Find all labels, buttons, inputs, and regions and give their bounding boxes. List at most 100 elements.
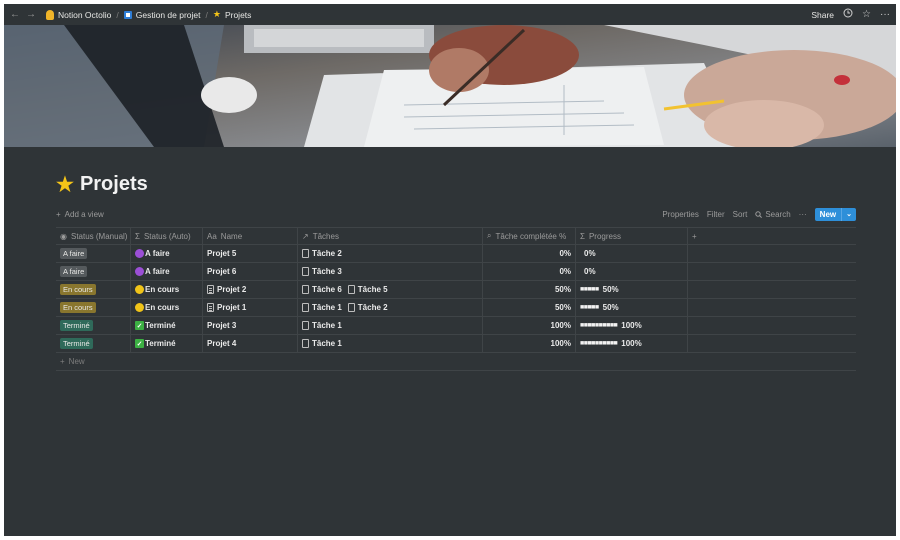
cell-status-auto[interactable]: A faire	[131, 263, 203, 280]
task-label: Tâche 3	[312, 267, 342, 276]
new-row-label: New	[68, 357, 85, 366]
cell-completion[interactable]: 100%	[483, 335, 576, 352]
cell-status-manual[interactable]: En cours	[56, 281, 131, 298]
task-link[interactable]: Tâche 6	[302, 285, 342, 294]
search-button[interactable]: Search	[755, 210, 791, 219]
more-button[interactable]: ···	[799, 210, 807, 219]
cell-status-auto[interactable]: A faire	[131, 245, 203, 262]
task-link[interactable]: Tâche 3	[302, 267, 342, 276]
project-name[interactable]: Projet 3	[207, 321, 236, 330]
cell-completion[interactable]: 50%	[483, 299, 576, 316]
more-options-button[interactable]: ···	[880, 9, 890, 20]
cell-name[interactable]: Projet 1	[203, 299, 298, 316]
cell-status-auto[interactable]: ✓ Terminé	[131, 335, 203, 352]
share-button[interactable]: Share	[811, 10, 834, 20]
status-badge: A faire	[60, 266, 88, 277]
cell-progress[interactable]: 0%	[576, 245, 688, 262]
cell-empty	[688, 281, 856, 298]
project-name[interactable]: Projet 4	[207, 339, 236, 348]
new-button[interactable]: New ⌄	[814, 207, 856, 221]
filter-button[interactable]: Filter	[707, 210, 725, 219]
cell-progress[interactable]: 0%	[576, 263, 688, 280]
table-row[interactable]: En cours En cours Projet 1 Tâche 1 Tâche 2 50…	[56, 299, 856, 317]
table-row[interactable]: Terminé ✓ Terminé Projet 4 Tâche 1 100% ■■■■■■…	[56, 335, 856, 353]
cell-name[interactable]: Projet 3	[203, 317, 298, 334]
new-row-button[interactable]: + New	[56, 353, 856, 371]
add-view-button[interactable]: + Add a view	[56, 210, 104, 219]
project-name-label: Projet 1	[217, 303, 247, 312]
breadcrumb-separator: /	[116, 9, 119, 20]
document-icon	[302, 303, 309, 312]
relation-icon: ↗	[302, 231, 309, 241]
cell-progress[interactable]: ■■■■■■■■■■ 100%	[576, 335, 688, 352]
cell-status-manual[interactable]: En cours	[56, 299, 131, 316]
cell-progress[interactable]: ■■■■■ 50%	[576, 281, 688, 298]
task-label: Tâche 1	[312, 303, 342, 312]
column-label: Progress	[588, 231, 621, 241]
column-header-status-manual[interactable]: ◉ Status (Manual)	[56, 228, 131, 244]
table-row[interactable]: Terminé ✓ Terminé Projet 3 Tâche 1 100% ■■■■■■…	[56, 317, 856, 335]
favorite-star-icon[interactable]: ☆	[862, 9, 871, 20]
project-name[interactable]: Projet 1	[207, 303, 246, 312]
cell-empty	[688, 317, 856, 334]
column-header-taches[interactable]: ↗ Tâches	[298, 228, 483, 244]
project-name[interactable]: Projet 5	[207, 249, 236, 258]
cell-status-auto[interactable]: ✓ Terminé	[131, 317, 203, 334]
breadcrumb-item-workspace[interactable]: Notion Octolio	[46, 9, 111, 20]
breadcrumb-label: Gestion de projet	[135, 9, 201, 20]
back-arrow-icon[interactable]: ←	[10, 9, 20, 20]
column-header-progress[interactable]: Σ Progress	[576, 228, 688, 244]
column-header-name[interactable]: Aa Name	[203, 228, 298, 244]
cell-taches[interactable]: Tâche 2	[298, 245, 483, 262]
cell-taches[interactable]: Tâche 6 Tâche 5	[298, 281, 483, 298]
sort-button[interactable]: Sort	[733, 210, 748, 219]
cell-status-auto[interactable]: En cours	[131, 299, 203, 316]
task-link[interactable]: Tâche 1	[302, 303, 342, 312]
task-link[interactable]: Tâche 2	[302, 249, 342, 258]
column-header-status-auto[interactable]: Σ Status (Auto)	[131, 228, 203, 244]
cell-status-manual[interactable]: Terminé	[56, 317, 131, 334]
add-column-button[interactable]: +	[688, 228, 856, 244]
table-row[interactable]: A faire A faire Projet 5 Tâche 2 0% 0%	[56, 245, 856, 263]
cell-status-manual[interactable]: A faire	[56, 245, 131, 262]
cell-completion[interactable]: 50%	[483, 281, 576, 298]
cell-status-manual[interactable]: Terminé	[56, 335, 131, 352]
table-row[interactable]: A faire A faire Projet 6 Tâche 3 0% 0%	[56, 263, 856, 281]
column-header-completion[interactable]: ⌕ Tâche complétée %	[483, 228, 576, 244]
cell-taches[interactable]: Tâche 1	[298, 335, 483, 352]
breadcrumb-item-projets[interactable]: ★ Projets	[213, 9, 252, 20]
task-link[interactable]: Tâche 1	[302, 321, 342, 330]
cell-completion[interactable]: 0%	[483, 245, 576, 262]
cell-progress[interactable]: ■■■■■ 50%	[576, 299, 688, 316]
cell-name[interactable]: Projet 5	[203, 245, 298, 262]
add-view-label: Add a view	[64, 209, 104, 219]
cell-progress[interactable]: ■■■■■■■■■■ 100%	[576, 317, 688, 334]
status-auto-label: A faire	[145, 267, 170, 276]
status-badge: En cours	[60, 284, 96, 295]
clock-icon[interactable]	[843, 8, 853, 21]
cell-completion[interactable]: 0%	[483, 263, 576, 280]
breadcrumb-item-gestion[interactable]: Gestion de projet	[123, 9, 201, 20]
table-row[interactable]: En cours En cours Projet 2 Tâche 6 Tâche 5 50…	[56, 281, 856, 299]
page-title-text[interactable]: Projets	[80, 173, 148, 196]
cell-name[interactable]: Projet 2	[203, 281, 298, 298]
chevron-down-icon[interactable]: ⌄	[841, 207, 856, 221]
forward-arrow-icon[interactable]: →	[26, 9, 36, 20]
cell-status-auto[interactable]: En cours	[131, 281, 203, 298]
cell-status-manual[interactable]: A faire	[56, 263, 131, 280]
cell-completion[interactable]: 100%	[483, 317, 576, 334]
cell-taches[interactable]: Tâche 1	[298, 317, 483, 334]
cell-taches[interactable]: Tâche 1 Tâche 2	[298, 299, 483, 316]
document-icon	[302, 249, 309, 258]
task-link[interactable]: Tâche 1	[302, 339, 342, 348]
cell-name[interactable]: Projet 6	[203, 263, 298, 280]
properties-button[interactable]: Properties	[662, 210, 698, 219]
project-name[interactable]: Projet 6	[207, 267, 236, 276]
notion-window: ← → Notion Octolio / Gestion de projet /…	[4, 4, 896, 536]
status-auto-label: Terminé	[145, 339, 176, 348]
cell-name[interactable]: Projet 4	[203, 335, 298, 352]
task-link[interactable]: Tâche 2	[347, 303, 388, 312]
cell-taches[interactable]: Tâche 3	[298, 263, 483, 280]
project-name[interactable]: Projet 2	[207, 285, 246, 294]
task-link[interactable]: Tâche 5	[347, 285, 388, 294]
